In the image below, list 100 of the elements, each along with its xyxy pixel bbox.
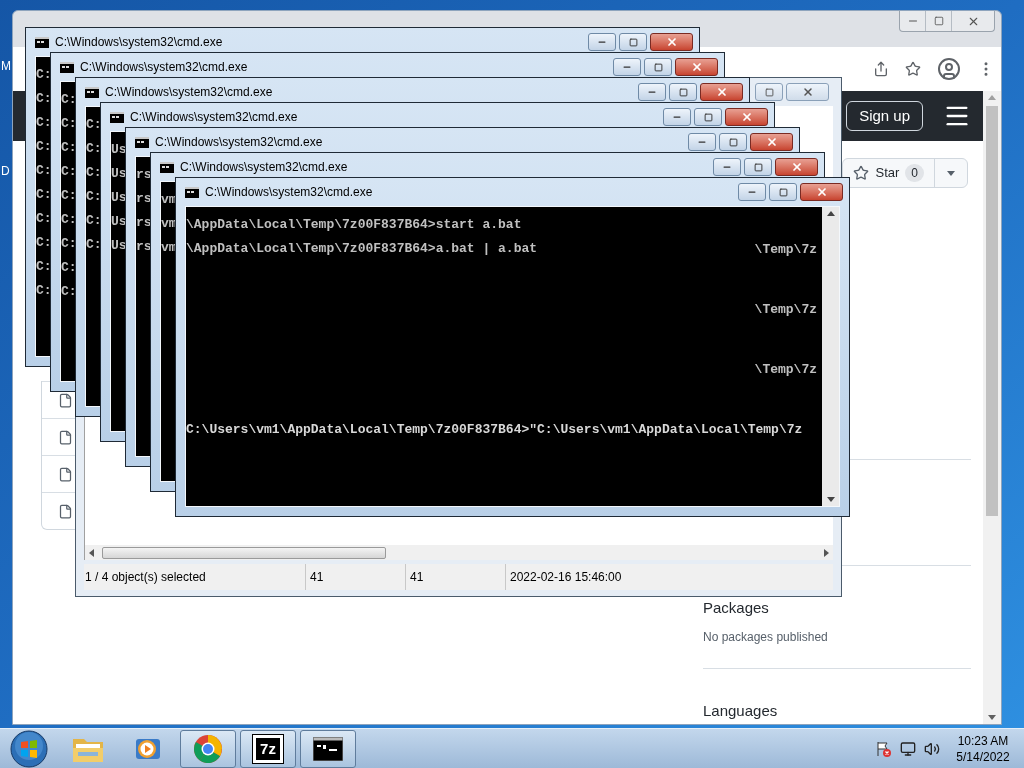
scroll-left-icon[interactable] <box>89 548 94 557</box>
console-line: C: <box>61 283 77 301</box>
close-button[interactable] <box>700 83 743 101</box>
start-button[interactable] <box>10 729 48 768</box>
share-icon[interactable] <box>873 61 889 77</box>
scrollbar[interactable] <box>822 207 839 506</box>
close-icon <box>765 136 778 148</box>
console-line: C: <box>86 212 102 230</box>
close-button[interactable] <box>725 108 768 126</box>
console-line: C: <box>61 91 77 109</box>
archiver-logo[interactable]: 7z <box>253 734 283 763</box>
taskbar-button[interactable] <box>300 729 356 768</box>
sidebar-text: No packages published <box>703 629 829 646</box>
console-line: Us <box>111 165 127 183</box>
maximize-icon <box>728 137 738 147</box>
file-icon[interactable] <box>58 466 73 482</box>
close-button[interactable] <box>650 33 693 51</box>
desktop-icon-label[interactable]: D <box>1 162 10 180</box>
console-line: C: <box>36 114 52 132</box>
maximize-button[interactable] <box>669 83 697 101</box>
maximize-button[interactable] <box>744 158 772 176</box>
maximize-button[interactable] <box>769 183 797 201</box>
console-line: Us <box>111 213 127 231</box>
window-title: C:\Windows\system32\cmd.exe <box>105 84 273 101</box>
window-title: C:\Windows\system32\cmd.exe <box>80 59 248 76</box>
close-icon <box>815 186 828 198</box>
maximize-button[interactable] <box>694 108 722 126</box>
console-icon[interactable] <box>313 736 343 761</box>
maximize-button[interactable] <box>644 58 672 76</box>
close-button[interactable] <box>675 58 718 76</box>
console-line: C: <box>36 138 52 156</box>
maximize-icon <box>653 62 663 72</box>
window-title: C:\Windows\system32\cmd.exe <box>155 134 323 151</box>
maximize-icon <box>753 162 763 172</box>
minimize-button[interactable] <box>638 83 666 101</box>
minimize-button[interactable] <box>588 33 616 51</box>
window-title: C:\Windows\system32\cmd.exe <box>180 159 348 176</box>
scroll-thumb[interactable] <box>986 106 998 516</box>
console-line: Us <box>111 189 127 207</box>
console-line: C: <box>61 211 77 229</box>
close-button[interactable] <box>800 183 843 201</box>
star-icon <box>853 165 870 181</box>
close-button[interactable] <box>775 158 818 176</box>
window-title: C:\Windows\system32\cmd.exe <box>55 34 223 51</box>
network-icon[interactable] <box>900 740 916 757</box>
maximize-icon <box>764 87 774 97</box>
console-line: C: <box>36 162 52 180</box>
console-line: \Temp\7z <box>754 241 817 259</box>
scroll-down-icon[interactable] <box>826 497 835 502</box>
file-icon[interactable] <box>58 503 73 519</box>
console-line: C: <box>61 259 77 277</box>
minimize-button[interactable] <box>738 183 766 201</box>
scroll-right-icon[interactable] <box>824 548 829 557</box>
status-text: 41 <box>410 569 424 586</box>
maximize-button[interactable] <box>755 83 783 101</box>
minimize-button[interactable] <box>713 158 741 176</box>
console-line: C: <box>86 116 102 134</box>
console-line: C: <box>36 66 52 84</box>
window-title: C:\Windows\system32\cmd.exe <box>130 109 298 126</box>
horizontal-scrollbar[interactable] <box>84 545 833 560</box>
star-button[interactable]: Star 0 <box>842 158 968 188</box>
console-icon <box>185 186 199 198</box>
minimize-button[interactable] <box>663 108 691 126</box>
browser-icon[interactable] <box>193 733 223 764</box>
taskbar-button[interactable]: 7z <box>240 729 296 768</box>
signup-button[interactable]: Sign up <box>846 101 923 131</box>
scroll-down-icon[interactable] <box>988 715 996 720</box>
flag-alert-icon[interactable] <box>876 740 892 757</box>
star-count: 0 <box>905 164 924 182</box>
volume-icon[interactable] <box>924 740 940 757</box>
console-line: C: <box>36 186 52 204</box>
close-icon <box>801 86 814 98</box>
caret-icon[interactable] <box>947 170 955 176</box>
desktop-icon-label[interactable]: M <box>1 57 11 75</box>
console-line: C: <box>61 163 77 181</box>
console-line: Us <box>111 237 127 255</box>
star-label: Star <box>875 164 900 183</box>
file-icon[interactable] <box>58 392 73 408</box>
close-button[interactable] <box>750 133 793 151</box>
console-icon <box>85 86 99 98</box>
scroll-up-icon[interactable] <box>826 211 835 216</box>
minimize-button[interactable] <box>688 133 716 151</box>
file-icon[interactable] <box>58 429 73 445</box>
maximize-button[interactable] <box>719 133 747 151</box>
console-line: C: <box>61 235 77 253</box>
bookmark-star-icon[interactable] <box>905 61 921 77</box>
sidebar-heading: Packages <box>703 598 770 618</box>
console-line: \AppData\Local\Temp\7z00F837B64>a.bat | a.bat <box>186 240 538 258</box>
console-icon <box>60 61 74 73</box>
maximize-icon <box>628 37 638 47</box>
maximize-button[interactable] <box>619 33 647 51</box>
console-line: C: <box>61 115 77 133</box>
console-line: C: <box>36 210 52 228</box>
scroll-thumb[interactable] <box>102 546 386 559</box>
scrollbar[interactable] <box>983 91 1001 724</box>
clock[interactable]: 10:23 AM 5/14/2022 <box>948 732 1018 765</box>
close-icon <box>740 111 753 123</box>
maximize-icon <box>703 112 713 122</box>
profile-icon[interactable] <box>937 57 961 81</box>
minimize-button[interactable] <box>613 58 641 76</box>
